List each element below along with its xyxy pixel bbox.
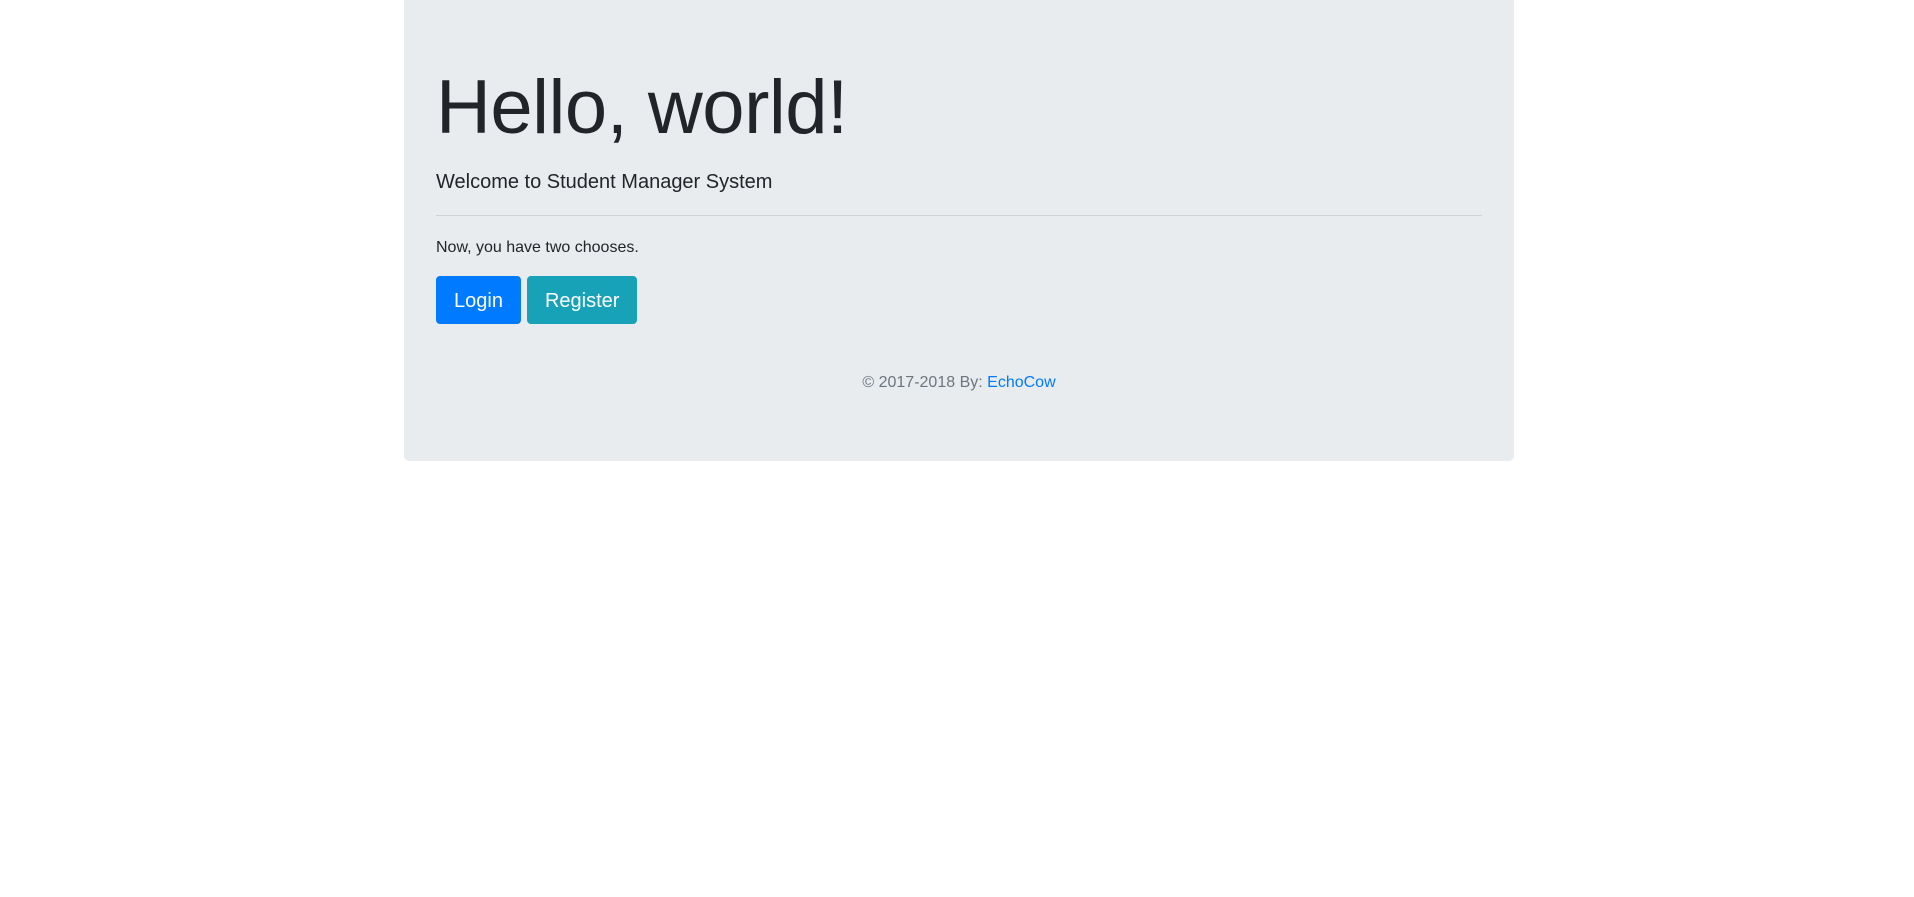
action-buttons: Login Register xyxy=(436,276,1482,325)
jumbotron: Hello, world! Welcome to Student Manager… xyxy=(404,0,1514,461)
page-title: Hello, world! xyxy=(436,65,848,150)
footer-copyright: © 2017-2018 By: EchoCow xyxy=(436,374,1482,392)
intro-text: Now, you have two chooses. xyxy=(436,239,639,257)
welcome-lead: Welcome to Student Manager System xyxy=(436,171,773,194)
divider xyxy=(436,215,1482,217)
login-button[interactable]: Login xyxy=(436,276,521,325)
author-link[interactable]: EchoCow xyxy=(987,374,1055,391)
register-button[interactable]: Register xyxy=(526,276,638,325)
copyright-text: © 2017-2018 By: xyxy=(862,374,983,392)
